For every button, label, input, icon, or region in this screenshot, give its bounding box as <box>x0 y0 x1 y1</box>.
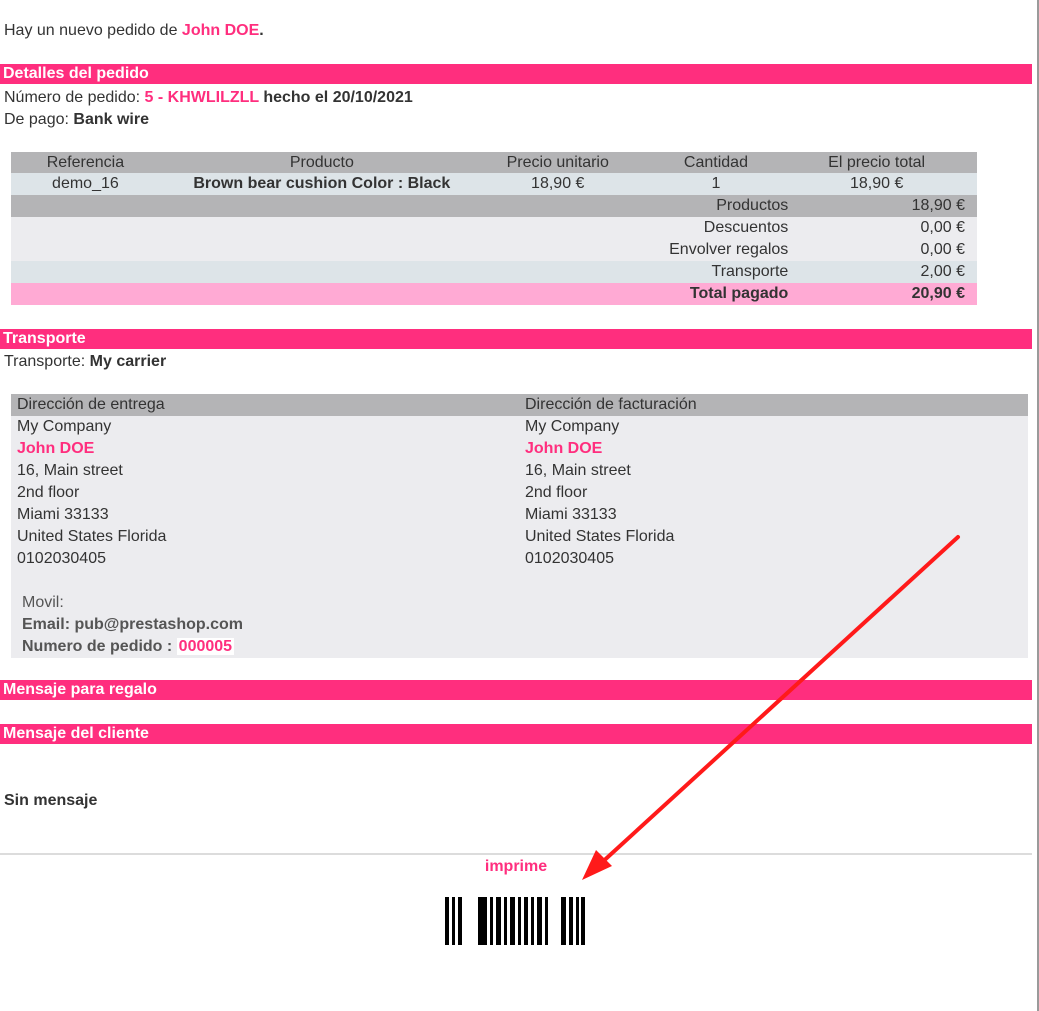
annotation-arrow-icon <box>582 535 960 880</box>
